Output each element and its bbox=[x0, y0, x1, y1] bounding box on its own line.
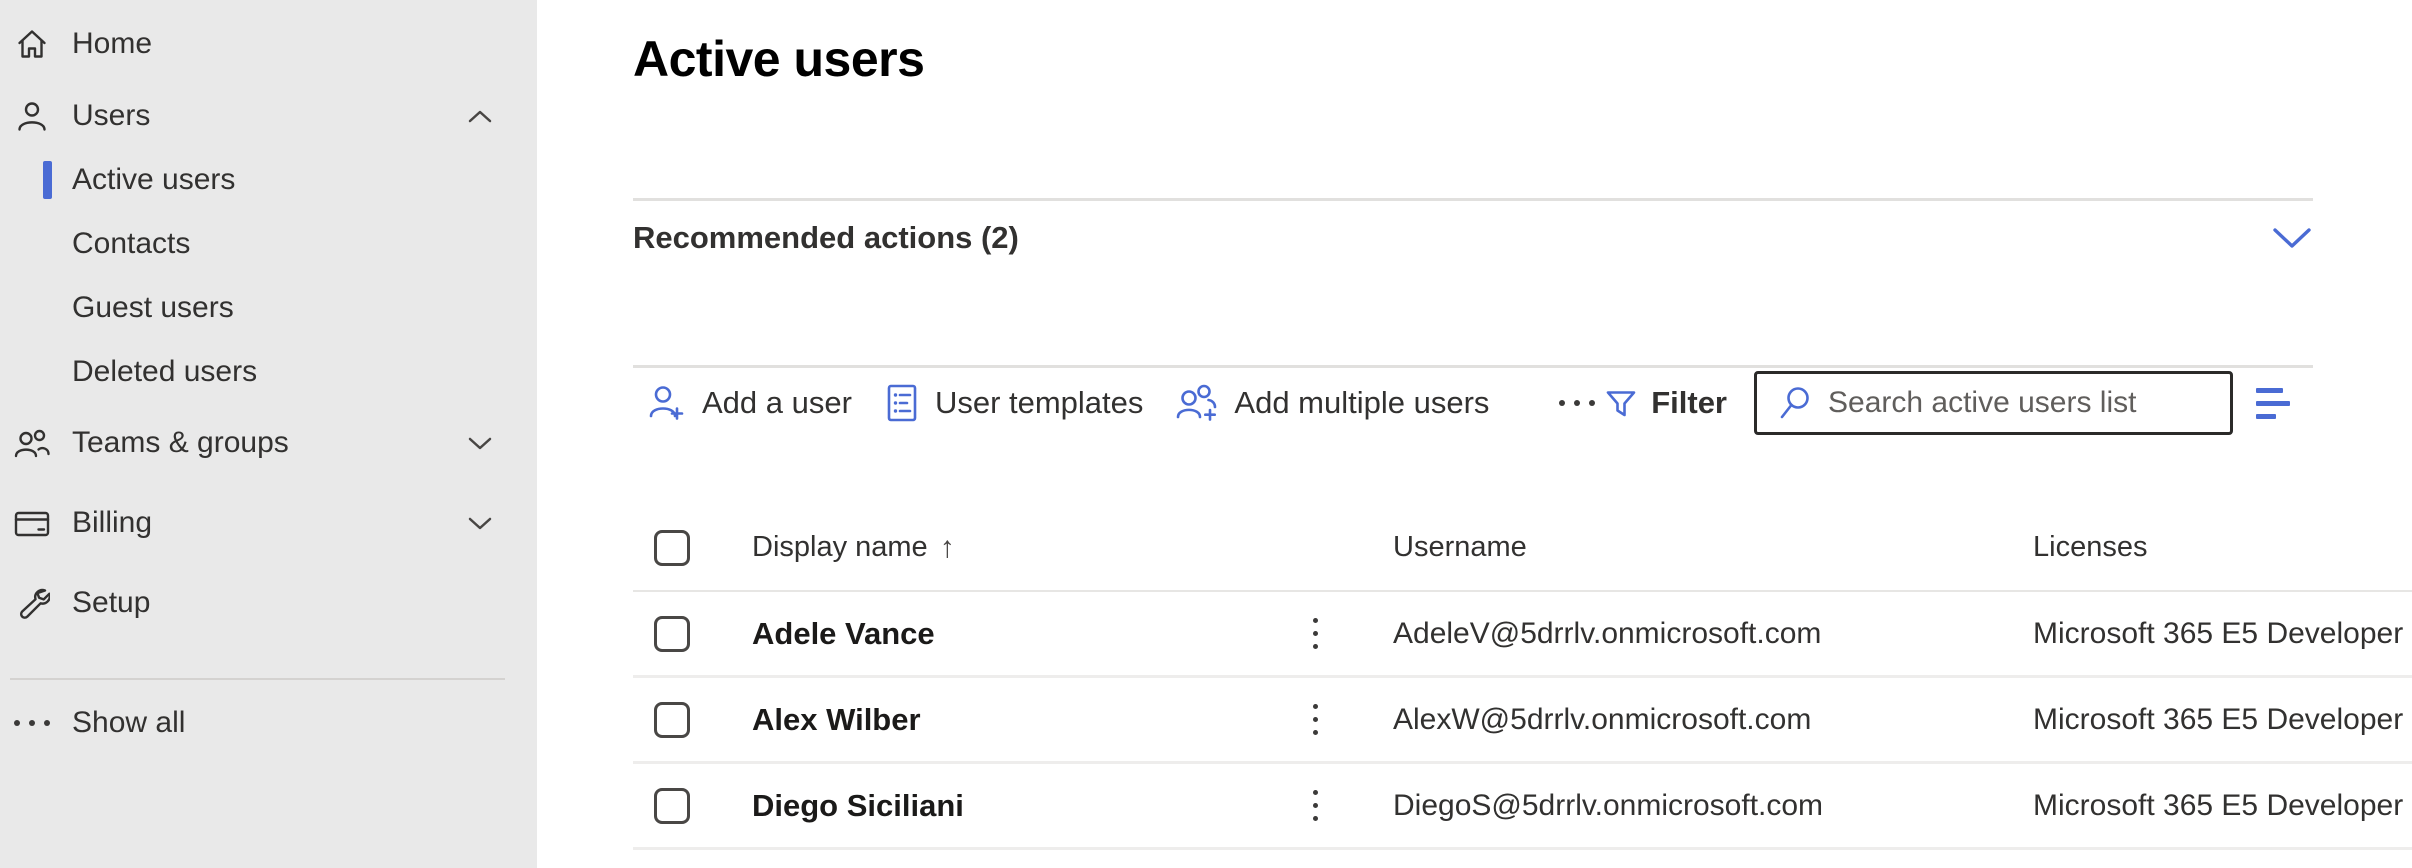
more-actions-icon[interactable] bbox=[1290, 698, 1340, 741]
add-user-button[interactable]: Add a user bbox=[647, 383, 852, 423]
username: DiegoS@5drrlv.onmicrosoft.com bbox=[1393, 789, 2033, 823]
active-users-table: Display name ↑ Username Licenses Adele V… bbox=[633, 505, 2412, 850]
sidebar-item-label: Billing bbox=[72, 506, 152, 540]
select-all-checkbox[interactable] bbox=[654, 530, 690, 566]
recommended-actions-header[interactable]: Recommended actions (2) bbox=[633, 210, 2313, 266]
username: AlexW@5drrlv.onmicrosoft.com bbox=[1393, 703, 2033, 737]
toolbar: Add a user User templates bbox=[633, 372, 2412, 434]
wrench-icon bbox=[10, 585, 54, 621]
chevron-up-icon bbox=[468, 109, 492, 124]
add-multiple-users-label: Add multiple users bbox=[1234, 385, 1489, 421]
search-icon bbox=[1777, 384, 1815, 422]
display-name: Alex Wilber bbox=[752, 702, 1290, 738]
template-list-icon bbox=[884, 382, 920, 424]
sidebar-item-show-all[interactable]: Show all bbox=[0, 691, 537, 755]
sidebar-item-active-users[interactable]: Active users bbox=[0, 148, 537, 212]
more-actions-icon[interactable] bbox=[1290, 612, 1340, 655]
sidebar: Home Users Active users Contacts Guest u… bbox=[0, 0, 537, 868]
ellipsis-icon bbox=[10, 720, 54, 726]
divider bbox=[633, 365, 2313, 368]
sidebar-item-label: Show all bbox=[72, 706, 185, 740]
sidebar-item-billing[interactable]: Billing bbox=[0, 491, 537, 555]
licenses: Microsoft 365 E5 Developer (withou bbox=[2033, 617, 2412, 651]
user-templates-label: User templates bbox=[935, 385, 1143, 421]
sidebar-item-label: Contacts bbox=[72, 227, 190, 261]
sidebar-item-label: Home bbox=[72, 27, 152, 61]
search-box[interactable] bbox=[1754, 371, 2233, 435]
search-input[interactable] bbox=[1828, 386, 2230, 420]
chevron-down-icon[interactable] bbox=[2271, 226, 2313, 250]
credit-card-icon bbox=[10, 506, 54, 540]
column-label: Display name bbox=[752, 531, 928, 564]
divider bbox=[633, 198, 2313, 201]
row-checkbox[interactable] bbox=[654, 616, 690, 652]
column-header-display-name[interactable]: Display name ↑ bbox=[752, 531, 1290, 565]
display-name: Adele Vance bbox=[752, 616, 1290, 652]
toolbar-overflow-button[interactable] bbox=[1559, 400, 1595, 406]
person-add-icon bbox=[647, 383, 687, 423]
display-name: Diego Siciliani bbox=[752, 788, 1290, 824]
sidebar-item-users[interactable]: Users bbox=[0, 84, 537, 148]
filter-button[interactable]: Filter bbox=[1603, 385, 1727, 421]
username: AdeleV@5drrlv.onmicrosoft.com bbox=[1393, 617, 2033, 651]
chevron-down-icon bbox=[468, 516, 492, 531]
filter-label: Filter bbox=[1651, 385, 1727, 421]
sidebar-item-home[interactable]: Home bbox=[0, 12, 537, 76]
sidebar-item-deleted-users[interactable]: Deleted users bbox=[0, 340, 537, 404]
sidebar-item-label: Guest users bbox=[72, 291, 234, 325]
sidebar-item-label: Deleted users bbox=[72, 355, 257, 389]
chevron-down-icon bbox=[468, 436, 492, 451]
user-icon bbox=[10, 99, 54, 133]
people-icon bbox=[10, 426, 54, 460]
sidebar-item-label: Active users bbox=[72, 163, 235, 197]
table-row[interactable]: Diego Siciliani DiegoS@5drrlv.onmicrosof… bbox=[633, 764, 2412, 850]
licenses: Microsoft 365 E5 Developer (withou bbox=[2033, 703, 2412, 737]
column-header-licenses[interactable]: Licenses bbox=[2033, 531, 2412, 564]
more-actions-icon[interactable] bbox=[1290, 784, 1340, 827]
home-icon bbox=[10, 26, 54, 62]
add-user-label: Add a user bbox=[702, 385, 852, 421]
sidebar-item-teams-groups[interactable]: Teams & groups bbox=[0, 411, 537, 475]
page-title: Active users bbox=[633, 30, 924, 88]
sidebar-item-label: Users bbox=[72, 99, 150, 133]
people-add-icon bbox=[1175, 383, 1219, 423]
sidebar-item-setup[interactable]: Setup bbox=[0, 571, 537, 635]
sidebar-item-label: Setup bbox=[72, 586, 150, 620]
user-templates-button[interactable]: User templates bbox=[884, 382, 1143, 424]
licenses: Microsoft 365 E5 Developer (withou bbox=[2033, 789, 2412, 823]
table-row[interactable]: Adele Vance AdeleV@5drrlv.onmicrosoft.co… bbox=[633, 592, 2412, 678]
sidebar-item-guest-users[interactable]: Guest users bbox=[0, 276, 537, 340]
filter-funnel-icon bbox=[1603, 385, 1639, 421]
sidebar-item-label: Teams & groups bbox=[72, 426, 289, 460]
column-header-username[interactable]: Username bbox=[1393, 531, 2033, 564]
main-content: Active users Recommended actions (2) Add… bbox=[537, 0, 2412, 868]
sidebar-divider bbox=[10, 678, 505, 680]
sort-ascending-arrow: ↑ bbox=[940, 531, 955, 565]
ellipsis-icon bbox=[1559, 400, 1595, 406]
row-checkbox[interactable] bbox=[654, 702, 690, 738]
sidebar-item-contacts[interactable]: Contacts bbox=[0, 212, 537, 276]
add-multiple-users-button[interactable]: Add multiple users bbox=[1175, 383, 1489, 423]
recommended-actions-label: Recommended actions (2) bbox=[633, 220, 1019, 256]
table-header-row: Display name ↑ Username Licenses bbox=[633, 505, 2412, 592]
row-checkbox[interactable] bbox=[654, 788, 690, 824]
table-row[interactable]: Alex Wilber AlexW@5drrlv.onmicrosoft.com… bbox=[633, 678, 2412, 764]
selected-indicator bbox=[43, 161, 52, 199]
sort-lines-icon[interactable] bbox=[2256, 388, 2290, 419]
